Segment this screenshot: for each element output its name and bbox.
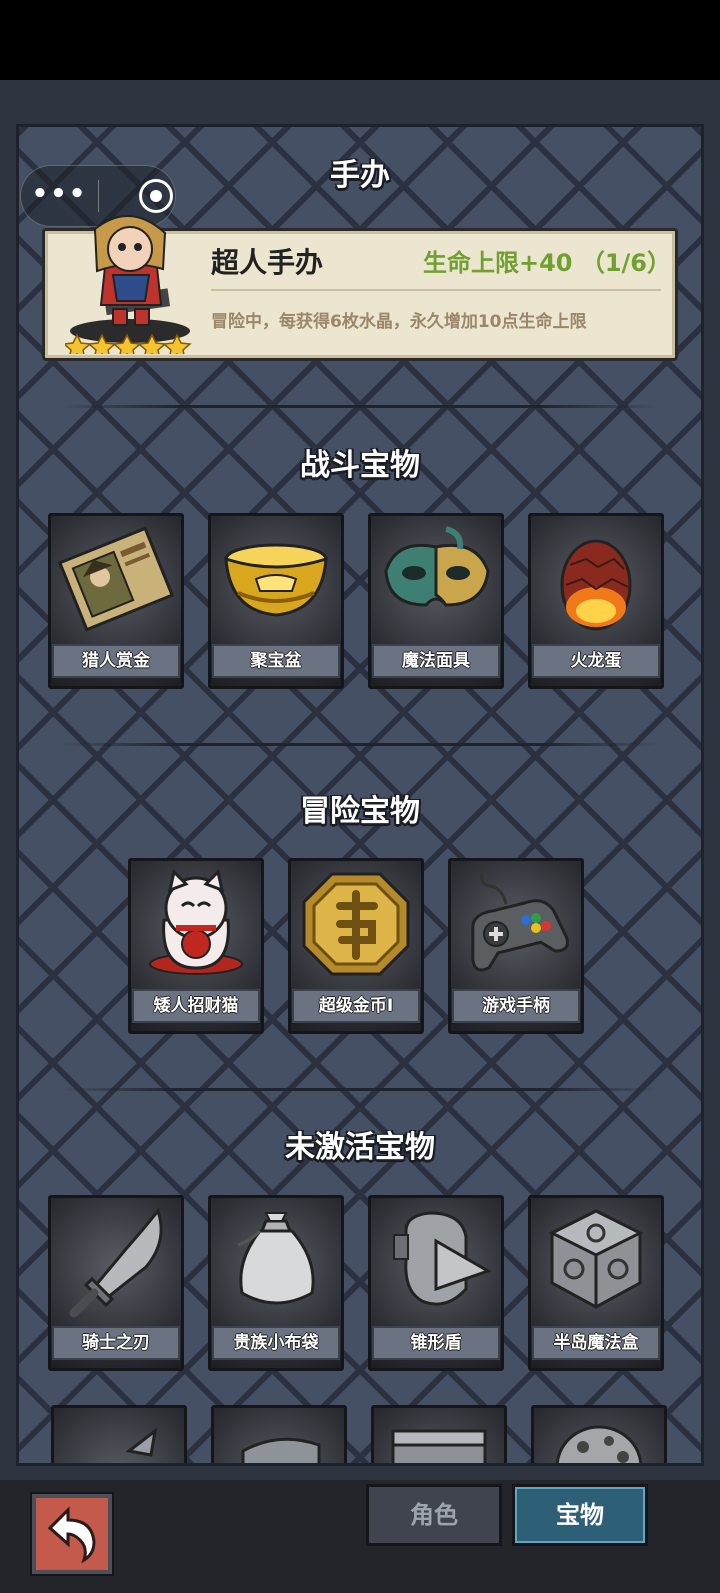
chest-icon [391, 1429, 487, 1463]
knight-blade-icon [69, 1207, 163, 1318]
item-label: 游戏手柄 [452, 989, 580, 1023]
figure-card[interactable]: 超人手办 生命上限+40 （1/6） 冒险中，每获得6枚水晶，永久增加10点生命… [42, 215, 678, 361]
magic-cube-icon [548, 1209, 644, 1309]
gold-coin-icon [302, 872, 410, 976]
inactive-item-partial-1[interactable] [51, 1405, 187, 1463]
cloth-bag-icon [237, 1212, 315, 1305]
sword-tip-icon [125, 1427, 158, 1457]
status-bar-area [0, 0, 720, 80]
capsule-divider [98, 180, 99, 212]
combat-item-2[interactable]: 聚宝盆 [208, 513, 344, 689]
section-divider [60, 743, 660, 746]
cone-shield-icon [393, 1211, 492, 1306]
combat-item-4[interactable]: 火龙蛋 [528, 513, 664, 689]
treasure-bowl-icon [224, 543, 328, 617]
figure-name: 超人手办 [211, 246, 324, 279]
combat-item-3[interactable]: 魔法面具 [368, 513, 504, 689]
item-label: 半岛魔法盒 [532, 1326, 660, 1360]
stone-egg-icon [555, 1425, 643, 1463]
inactive-item-2[interactable]: 贵族小布袋 [208, 1195, 344, 1371]
tab-role[interactable]: 角色 [366, 1484, 502, 1546]
return-arrow-icon [47, 1506, 96, 1564]
gamepad-icon [471, 873, 569, 972]
close-icon[interactable] [139, 179, 173, 213]
adventure-item-1[interactable]: 矮人招财猫 [128, 858, 264, 1034]
item-label: 超级金币I [292, 989, 420, 1023]
scroll-icon [241, 1437, 321, 1463]
tab-treasure[interactable]: 宝物 [512, 1484, 648, 1546]
inactive-item-partial-4[interactable] [531, 1405, 667, 1463]
inactive-item-partial-2[interactable] [211, 1405, 347, 1463]
item-label: 猎人赏金 [52, 644, 180, 678]
item-label: 火龙蛋 [532, 644, 660, 678]
inactive-item-3[interactable]: 锥形盾 [368, 1195, 504, 1371]
back-button[interactable] [32, 1494, 112, 1574]
adventure-item-3[interactable]: 游戏手柄 [448, 858, 584, 1034]
item-label: 矮人招财猫 [132, 989, 260, 1023]
card-divider [211, 289, 661, 291]
inactive-item-1[interactable]: 骑士之刃 [48, 1195, 184, 1371]
figure-bonus: 生命上限+40 （1/6） [422, 249, 671, 277]
item-label: 魔法面具 [372, 644, 500, 678]
inactive-item-4[interactable]: 半岛魔法盒 [528, 1195, 664, 1371]
section-title-combat: 战斗宝物 [300, 448, 420, 483]
item-label: 骑士之刃 [52, 1326, 180, 1360]
item-label: 聚宝盆 [212, 644, 340, 678]
inactive-item-partial-3[interactable] [371, 1405, 507, 1463]
section-title-inactive: 未激活宝物 [285, 1130, 435, 1165]
superhero-figure-icon [65, 215, 192, 354]
figure-description: 冒险中，每获得6枚水晶，永久增加10点生命上限 [211, 312, 587, 332]
section-title-adventure: 冒险宝物 [300, 794, 420, 829]
lucky-cat-icon [149, 869, 243, 975]
item-label: 锥形盾 [372, 1326, 500, 1360]
section-divider [60, 1088, 660, 1091]
dragon-egg-icon [560, 539, 632, 631]
combat-item-1[interactable]: 猎人赏金 [48, 513, 184, 689]
magic-mask-icon [384, 526, 490, 607]
adventure-item-2[interactable]: 超级金币I [288, 858, 424, 1034]
section-divider [60, 405, 660, 408]
bounty-poster-icon [57, 526, 175, 632]
item-label: 贵族小布袋 [212, 1326, 340, 1360]
